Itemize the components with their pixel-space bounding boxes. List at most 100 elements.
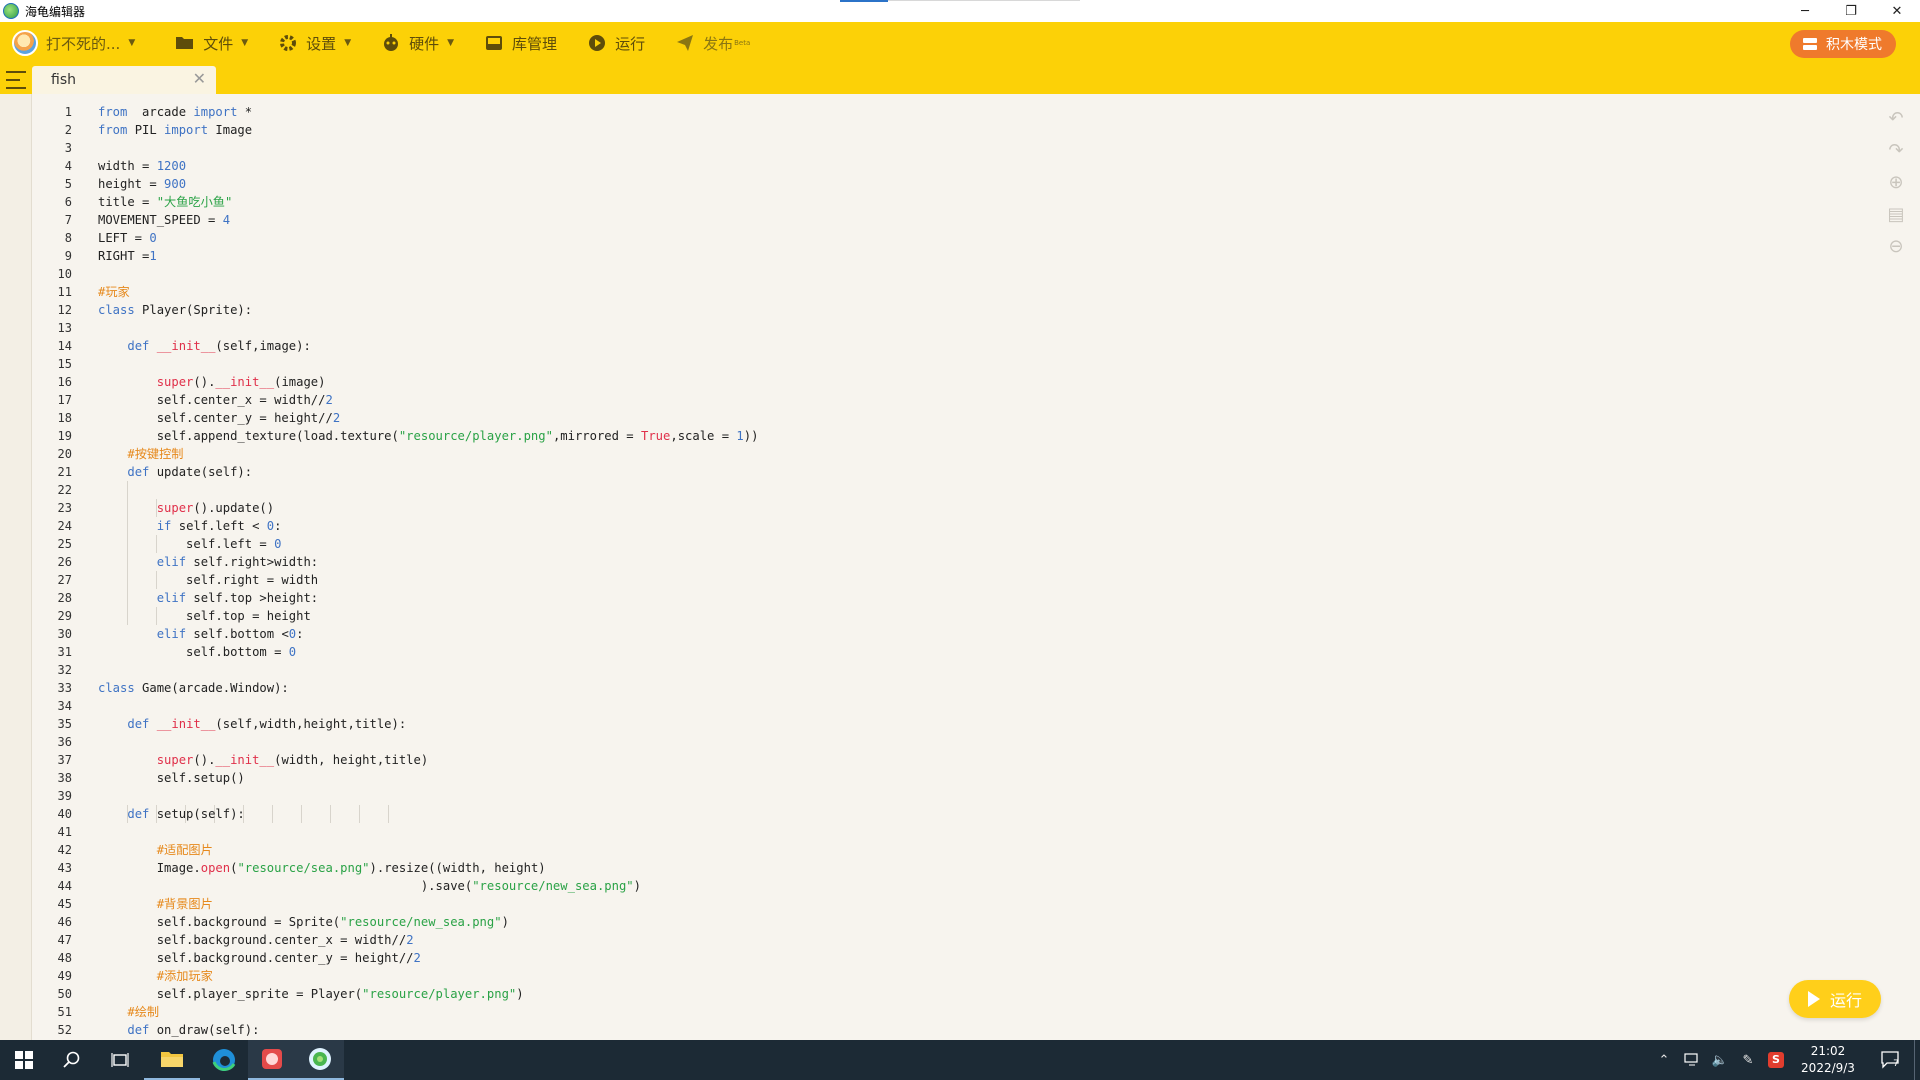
code-line[interactable]: #添加玩家: [98, 967, 758, 985]
chevron-up-icon[interactable]: ⌃: [1650, 1053, 1678, 1068]
code-line[interactable]: if self.left < 0:: [98, 517, 758, 535]
code-line[interactable]: [98, 733, 758, 751]
user-menu[interactable]: 打不死的... ▼: [12, 22, 135, 64]
chevron-down-icon: ▼: [128, 38, 136, 48]
code-line[interactable]: [98, 319, 758, 337]
code-line[interactable]: elif self.bottom <0:: [98, 625, 758, 643]
redo-icon[interactable]: ↷: [1882, 134, 1910, 166]
taskbar-turtle-editor[interactable]: [296, 1040, 344, 1080]
code-line[interactable]: ).save("resource/new_sea.png"): [98, 877, 758, 895]
volume-icon[interactable]: 🔈: [1706, 1053, 1734, 1068]
library-manager-button[interactable]: 库管理: [484, 22, 557, 64]
window-title: 海龟编辑器: [25, 4, 86, 19]
code-line[interactable]: [98, 787, 758, 805]
chevron-down-icon: ▼: [241, 38, 249, 48]
code-line[interactable]: #玩家: [98, 283, 758, 301]
code-line[interactable]: self.right = width: [98, 571, 758, 589]
code-line[interactable]: self.bottom = 0: [98, 643, 758, 661]
code-line[interactable]: MOVEMENT_SPEED = 4: [98, 211, 758, 229]
settings-menu[interactable]: 设置 ▼: [278, 22, 351, 64]
system-clock[interactable]: 21:02 2022/9/3: [1790, 1043, 1866, 1077]
loading-indicator: [840, 0, 1080, 2]
sidebar-toggle-icon[interactable]: [6, 71, 26, 89]
show-desktop-button[interactable]: [1914, 1040, 1920, 1080]
close-window-button[interactable]: ✕: [1874, 0, 1920, 22]
code-line[interactable]: def __init__(self,width,height,title):: [98, 715, 758, 733]
code-line[interactable]: #绘制: [98, 1003, 758, 1021]
code-line[interactable]: self.top = height: [98, 607, 758, 625]
code-line[interactable]: super().__init__(image): [98, 373, 758, 391]
code-content[interactable]: from arcade import * from PIL import Imag…: [98, 103, 758, 1039]
code-line[interactable]: [98, 481, 758, 499]
code-line[interactable]: elif self.right>width:: [98, 553, 758, 571]
pen-icon[interactable]: ✎: [1734, 1053, 1762, 1068]
code-line[interactable]: #按键控制: [98, 445, 758, 463]
code-line[interactable]: def update(self):: [98, 463, 758, 481]
code-line[interactable]: LEFT = 0: [98, 229, 758, 247]
code-line[interactable]: [98, 697, 758, 715]
format-icon[interactable]: ▤: [1882, 198, 1910, 230]
taskbar-edge[interactable]: [200, 1040, 248, 1080]
line-number: 6: [64, 195, 72, 209]
code-line[interactable]: from arcade import *: [98, 103, 758, 121]
task-view-button[interactable]: [96, 1040, 144, 1080]
code-line[interactable]: [98, 139, 758, 157]
line-number: 9: [64, 249, 72, 263]
code-line[interactable]: class Player(Sprite):: [98, 301, 758, 319]
code-line[interactable]: def on_draw(self):: [98, 1021, 758, 1039]
code-line[interactable]: [98, 265, 758, 283]
run-menu-button[interactable]: 运行: [587, 22, 645, 64]
line-number: 10: [57, 267, 72, 281]
code-line[interactable]: elif self.top >height:: [98, 589, 758, 607]
block-mode-button[interactable]: 积木模式: [1790, 30, 1896, 58]
restore-button[interactable]: ❐: [1828, 0, 1874, 22]
code-line[interactable]: self.setup(): [98, 769, 758, 787]
code-editor[interactable]: 1 2 3 4 5 6 7 8 9 10 11 12 13 14 15 16 17 18 19 20 21 22 23 24 2…: [0, 94, 1920, 1040]
code-line[interactable]: self.left = 0: [98, 535, 758, 553]
code-line[interactable]: width = 1200: [98, 157, 758, 175]
code-line[interactable]: self.background.center_x = width//2: [98, 931, 758, 949]
close-tab-icon[interactable]: ✕: [193, 69, 206, 88]
code-line[interactable]: self.background.center_y = height//2: [98, 949, 758, 967]
code-line[interactable]: #背景图片: [98, 895, 758, 913]
code-line[interactable]: self.append_texture(load.texture("resour…: [98, 427, 759, 445]
code-line[interactable]: def setup(self):: [98, 805, 758, 823]
notification-center-button[interactable]: 7: [1866, 1040, 1914, 1080]
ime-icon[interactable]: S: [1762, 1052, 1790, 1068]
minimize-button[interactable]: ─: [1782, 0, 1828, 22]
code-line[interactable]: self.background = Sprite("resource/new_s…: [98, 913, 758, 931]
code-line[interactable]: super().update(): [98, 499, 758, 517]
taskbar-game-app[interactable]: [248, 1040, 296, 1080]
line-number: 28: [57, 591, 72, 605]
search-button[interactable]: [48, 1040, 96, 1080]
code-line[interactable]: #适配图片: [98, 841, 758, 859]
code-line[interactable]: height = 900: [98, 175, 758, 193]
code-line[interactable]: title = "大鱼吃小鱼": [98, 193, 758, 211]
zoom-in-icon[interactable]: ⊕: [1882, 166, 1910, 198]
code-line[interactable]: class Game(arcade.Window):: [98, 679, 758, 697]
code-line[interactable]: super().__init__(width, height,title): [98, 751, 758, 769]
code-line[interactable]: [98, 661, 758, 679]
code-line[interactable]: [98, 355, 758, 373]
file-menu[interactable]: 文件 ▼: [175, 22, 248, 64]
tab-fish[interactable]: fish ✕: [32, 66, 216, 94]
code-line[interactable]: self.player_sprite = Player("resource/pl…: [98, 985, 758, 1003]
taskbar-file-explorer[interactable]: [144, 1040, 200, 1080]
code-line[interactable]: def __init__(self,image):: [98, 337, 758, 355]
edge-browser-icon: [212, 1049, 236, 1071]
code-line[interactable]: self.center_x = width//2: [98, 391, 758, 409]
code-line[interactable]: from PIL import Image: [98, 121, 758, 139]
start-button[interactable]: [0, 1040, 48, 1080]
line-number: 24: [57, 519, 72, 533]
network-icon[interactable]: [1678, 1053, 1706, 1067]
hardware-menu[interactable]: 硬件 ▼: [381, 22, 454, 64]
code-line[interactable]: self.center_y = height//2: [98, 409, 758, 427]
run-button[interactable]: 运行: [1789, 980, 1881, 1018]
code-line[interactable]: [98, 823, 758, 841]
line-number: 52: [57, 1023, 72, 1037]
publish-button[interactable]: 发布 Beta: [675, 22, 750, 64]
undo-icon[interactable]: ↶: [1882, 102, 1910, 134]
code-line[interactable]: Image.open("resource/sea.png").resize((w…: [98, 859, 758, 877]
code-line[interactable]: RIGHT =1: [98, 247, 758, 265]
zoom-out-icon[interactable]: ⊖: [1882, 230, 1910, 262]
